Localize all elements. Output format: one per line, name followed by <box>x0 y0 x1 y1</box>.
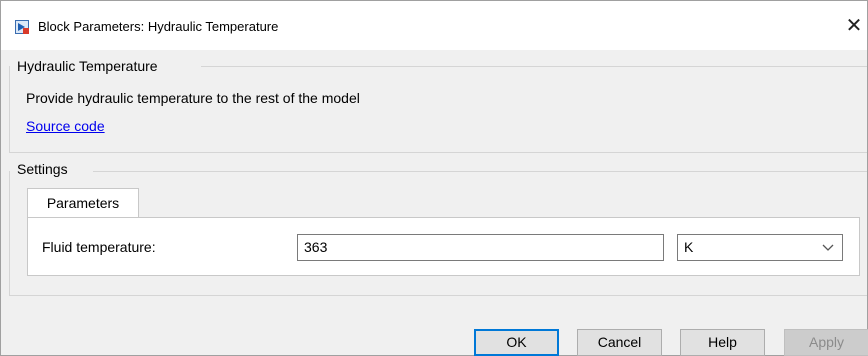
group-divider <box>201 66 867 67</box>
group-divider <box>9 171 10 295</box>
group-divider <box>9 66 10 152</box>
fluid-temperature-unit-select[interactable]: K <box>677 234 843 261</box>
help-button[interactable]: Help <box>680 329 765 356</box>
settings-group-title: Settings <box>17 161 68 177</box>
source-code-link[interactable]: Source code <box>26 118 105 134</box>
close-button[interactable]: ✕ <box>841 11 867 41</box>
group-divider <box>9 152 867 153</box>
title-bar: Block Parameters: Hydraulic Temperature … <box>1 1 867 50</box>
dialog-content: Hydraulic Temperature Provide hydraulic … <box>1 50 868 356</box>
window-title: Block Parameters: Hydraulic Temperature <box>38 19 279 34</box>
simulink-block-icon <box>15 20 29 34</box>
group-divider <box>9 295 867 296</box>
fluid-temperature-input[interactable]: 363 <box>297 234 664 261</box>
description-group-title: Hydraulic Temperature <box>17 58 158 74</box>
tab-parameters[interactable]: Parameters <box>27 188 139 218</box>
chevron-down-icon <box>822 244 834 251</box>
cancel-button[interactable]: Cancel <box>577 329 662 356</box>
block-description: Provide hydraulic temperature to the res… <box>26 90 360 106</box>
group-divider <box>93 171 867 172</box>
apply-button[interactable]: Apply <box>784 329 868 356</box>
unit-select-value: K <box>684 239 694 255</box>
ok-button[interactable]: OK <box>474 329 559 356</box>
fluid-temperature-label: Fluid temperature: <box>42 239 156 255</box>
block-parameters-dialog: Block Parameters: Hydraulic Temperature … <box>0 0 868 356</box>
